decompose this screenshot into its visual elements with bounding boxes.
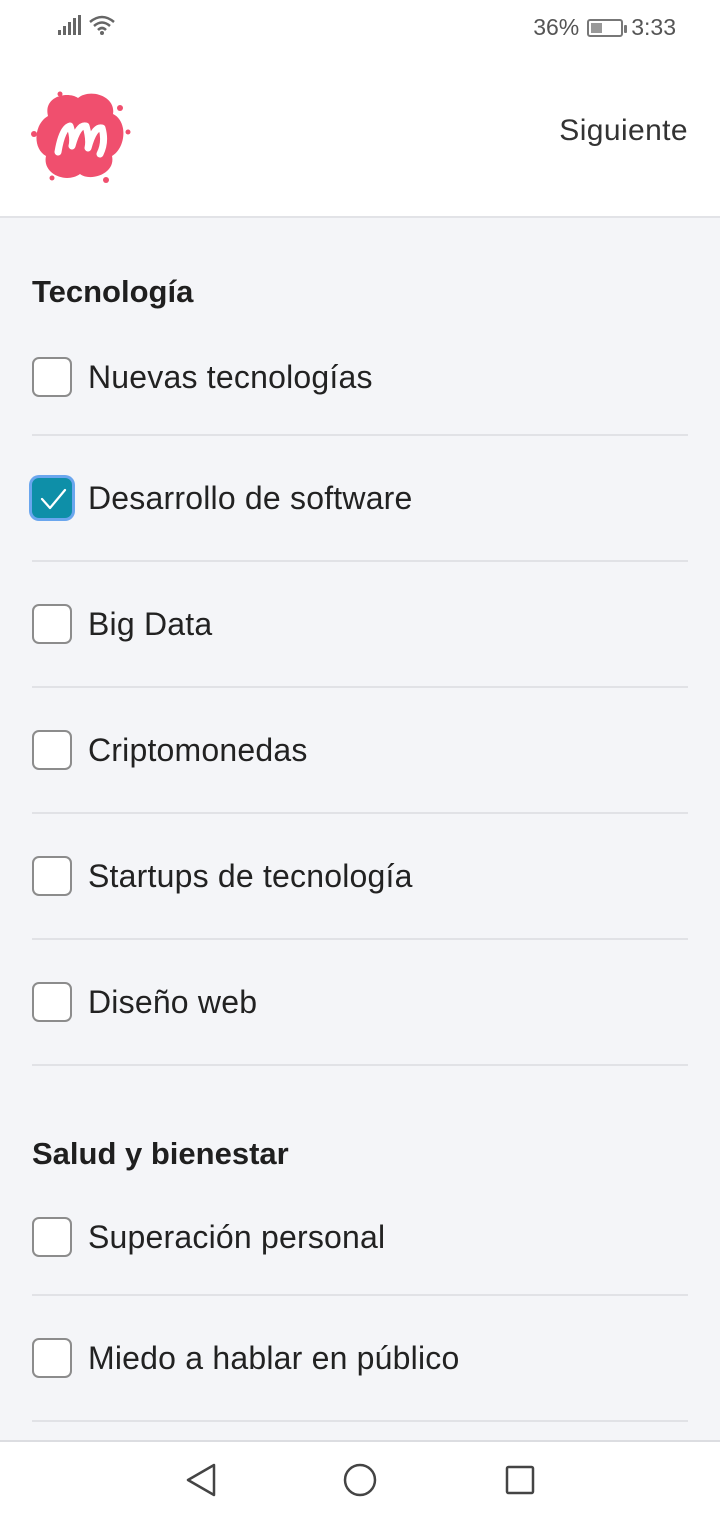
checkbox[interactable] [32, 478, 72, 518]
interest-label: Diseño web [88, 983, 258, 1020]
interest-label: Big Data [88, 605, 213, 642]
signal-icon [58, 15, 82, 40]
interest-label: Criptomonedas [88, 731, 308, 768]
battery-level-fill [591, 22, 603, 33]
interest-label: Miedo a hablar en público [88, 1339, 460, 1376]
interest-item[interactable]: Nuevas tecnologías [32, 320, 688, 436]
interest-list: Tecnología Nuevas tecnologías Desarrollo… [0, 220, 720, 1440]
section-tecnologia: Tecnología Nuevas tecnologías Desarrollo… [0, 220, 720, 1066]
recents-square-icon[interactable] [504, 1462, 536, 1503]
checkbox[interactable] [32, 357, 72, 397]
checkbox[interactable] [32, 856, 72, 896]
section-title: Tecnología [32, 274, 194, 309]
checkbox[interactable] [32, 982, 72, 1022]
interest-item[interactable]: Startups de tecnología [32, 814, 688, 940]
checkbox[interactable] [32, 604, 72, 644]
meetup-logo [28, 86, 134, 186]
status-right: 36% 3:33 [533, 14, 676, 41]
clock-time: 3:33 [631, 14, 676, 40]
battery-percent: 36% [533, 14, 580, 40]
battery-charging-icon [587, 18, 628, 37]
interest-item[interactable]: Criptomonedas [32, 688, 688, 814]
interest-label: Nuevas tecnologías [88, 358, 373, 395]
back-triangle-icon[interactable] [184, 1462, 218, 1503]
checkbox[interactable] [32, 1217, 72, 1257]
next-button[interactable]: Siguiente [559, 114, 688, 148]
app-header: Siguiente [0, 56, 720, 218]
interest-item[interactable]: Big Data [32, 562, 688, 688]
interest-label: Startups de tecnología [88, 857, 413, 894]
interest-item[interactable]: Superación personal [32, 1180, 688, 1296]
check-icon [40, 488, 67, 510]
section-title: Salud y bienestar [32, 1136, 289, 1171]
status-bar: 36% 3:33 [0, 0, 720, 56]
interest-label: Superación personal [88, 1218, 386, 1255]
interest-item[interactable]: Desarrollo de software [32, 436, 688, 562]
home-circle-icon[interactable] [342, 1462, 378, 1503]
interest-item[interactable]: Miedo a hablar en público [32, 1296, 688, 1422]
system-nav-bar [0, 1440, 720, 1520]
interest-label: Desarrollo de software [88, 479, 413, 516]
wifi-icon [88, 14, 116, 41]
status-left [58, 14, 116, 41]
checkbox[interactable] [32, 1338, 72, 1378]
section-salud: Salud y bienestar Superación personal Mi… [0, 1066, 720, 1422]
interest-item[interactable]: Diseño web [32, 940, 688, 1066]
checkbox[interactable] [32, 730, 72, 770]
